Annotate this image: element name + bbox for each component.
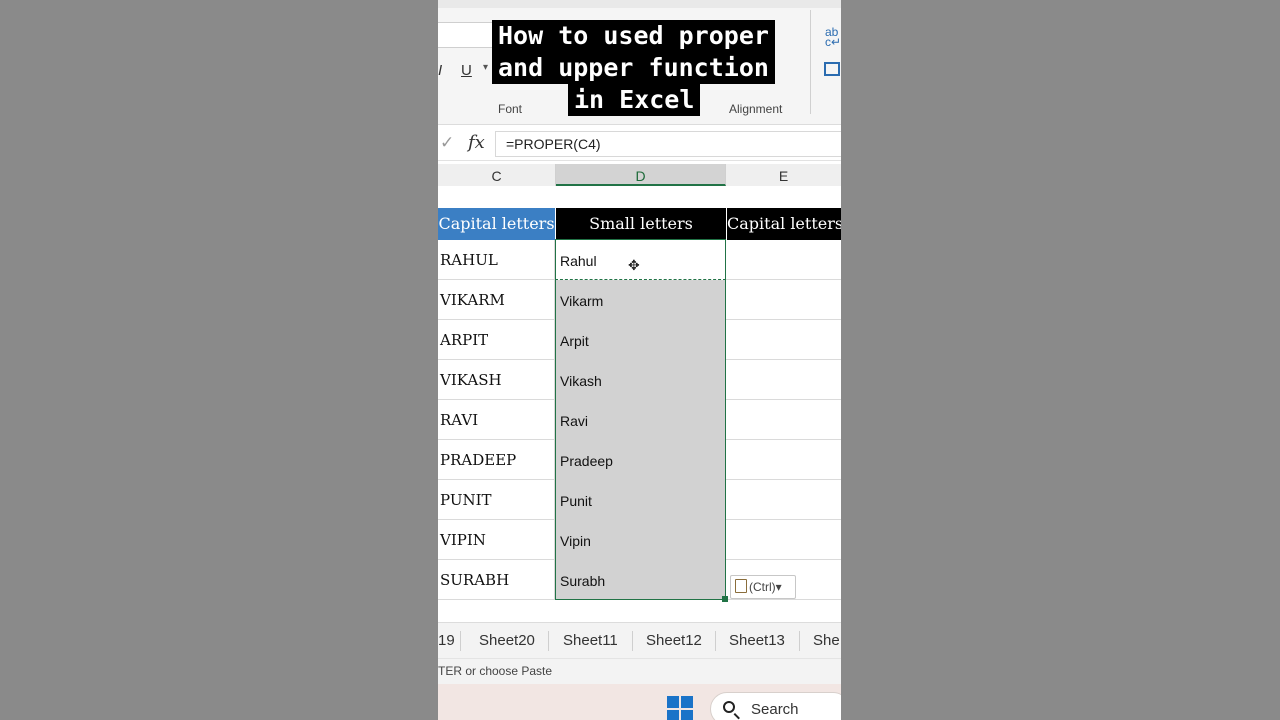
- cell-upper-empty[interactable]: [726, 240, 841, 280]
- cell-capital[interactable]: RAHUL: [438, 240, 555, 280]
- tab-sheet11[interactable]: Sheet11: [563, 623, 618, 659]
- cell-proper[interactable]: Vikash: [556, 360, 726, 400]
- fill-handle[interactable]: [722, 596, 728, 602]
- column-header-c[interactable]: C: [438, 164, 556, 186]
- underline-dropdown-icon[interactable]: ▾: [483, 62, 488, 73]
- cell-capital[interactable]: VIKARM: [438, 280, 555, 320]
- font-size-box[interactable]: [438, 22, 499, 48]
- table-row: PUNIT Punit: [438, 480, 841, 520]
- tab-divider: [799, 631, 800, 651]
- cell-capital[interactable]: ARPIT: [438, 320, 555, 360]
- cell-capital[interactable]: VIKASH: [438, 360, 555, 400]
- chevron-down-icon: ▾: [775, 580, 782, 594]
- windows-start-icon[interactable]: [667, 696, 693, 720]
- table-row: ARPIT Arpit: [438, 320, 841, 360]
- wrap-text-icon[interactable]: ab c↵: [825, 26, 841, 48]
- header-small-letters[interactable]: Small letters: [556, 208, 726, 240]
- cell-capital[interactable]: PRADEEP: [438, 440, 555, 480]
- status-text: TER or choose Paste: [438, 664, 553, 678]
- clipboard-icon: [735, 579, 747, 593]
- search-label: Search: [751, 701, 799, 718]
- paste-options-label: (Ctrl): [749, 580, 776, 594]
- taskbar: Search: [438, 684, 841, 720]
- taskbar-search[interactable]: Search: [710, 692, 841, 720]
- cell-proper[interactable]: Ravi: [556, 400, 726, 440]
- cell-upper-empty[interactable]: [726, 480, 841, 520]
- alignment-group-label: Alignment: [729, 102, 783, 116]
- cell-upper-empty[interactable]: [726, 520, 841, 560]
- search-icon: [723, 701, 735, 713]
- table-row: VIKARM Vikarm: [438, 280, 841, 320]
- title-line-2: and upper function: [492, 52, 775, 84]
- cell-capital[interactable]: VIPIN: [438, 520, 555, 560]
- title-line-3: in Excel: [568, 84, 701, 116]
- excel-window: I U ▾ Font Alignment ab c↵ How to used pr…: [438, 0, 841, 720]
- sheet-tabs: 19 Sheet20 Sheet11 Sheet12 Sheet13 She: [438, 622, 841, 659]
- column-headers: C D E: [438, 164, 841, 187]
- tab-sheet12[interactable]: Sheet12: [646, 623, 702, 659]
- enter-check-icon[interactable]: ✓: [440, 133, 454, 153]
- column-header-e[interactable]: E: [726, 164, 841, 186]
- worksheet-grid: Capital letters Small letters Capital le…: [438, 186, 841, 616]
- tab-divider: [460, 631, 461, 651]
- font-group-label: Font: [498, 102, 523, 116]
- cell-upper-empty[interactable]: [726, 280, 841, 320]
- cell-proper[interactable]: Rahul: [556, 240, 726, 280]
- paste-options-button[interactable]: (Ctrl)▾: [730, 575, 796, 599]
- tab-divider: [715, 631, 716, 651]
- ribbon-top-strip: [438, 0, 841, 8]
- underline-button[interactable]: U: [461, 62, 472, 79]
- insert-function-icon[interactable]: fx: [468, 132, 485, 153]
- cell-proper[interactable]: Surabh: [556, 560, 726, 600]
- header-capital-letters-e[interactable]: Capital letters: [727, 208, 841, 240]
- tab-sheet20[interactable]: Sheet20: [479, 623, 535, 659]
- title-line-1: How to used proper: [492, 20, 775, 52]
- cell-capital[interactable]: SURABH: [438, 560, 555, 600]
- table-header-row: Capital letters Small letters Capital le…: [438, 208, 841, 240]
- tab-divider: [548, 631, 549, 651]
- tab-sheet13[interactable]: Sheet13: [729, 623, 785, 659]
- tab-sheet-partial[interactable]: She: [813, 623, 840, 659]
- table-row: VIKASH Vikash: [438, 360, 841, 400]
- formula-bar: ✓ fx =PROPER(C4): [438, 128, 841, 161]
- cell-proper[interactable]: Pradeep: [556, 440, 726, 480]
- cell-proper[interactable]: Vipin: [556, 520, 726, 560]
- cell-upper-empty[interactable]: [726, 400, 841, 440]
- cell-proper[interactable]: Vikarm: [556, 280, 726, 320]
- cell-upper-empty[interactable]: [726, 320, 841, 360]
- cell-proper[interactable]: Arpit: [556, 320, 726, 360]
- column-header-d[interactable]: D: [556, 164, 726, 186]
- cell-capital[interactable]: RAVI: [438, 400, 555, 440]
- merge-center-icon[interactable]: [824, 62, 840, 76]
- status-bar: TER or choose Paste: [438, 658, 841, 685]
- italic-button[interactable]: I: [438, 62, 442, 79]
- tab-divider: [632, 631, 633, 651]
- table-row: PRADEEP Pradeep: [438, 440, 841, 480]
- cursor-cross-icon: ✥: [628, 257, 640, 273]
- cell-upper-empty[interactable]: [726, 440, 841, 480]
- ribbon-divider: [810, 10, 811, 114]
- cell-capital[interactable]: PUNIT: [438, 480, 555, 520]
- formula-input[interactable]: =PROPER(C4): [495, 131, 841, 157]
- cell-upper-empty[interactable]: [726, 360, 841, 400]
- table-row: VIPIN Vipin: [438, 520, 841, 560]
- cell-proper[interactable]: Punit: [556, 480, 726, 520]
- tab-sheet19[interactable]: 19: [438, 623, 455, 659]
- header-capital-letters[interactable]: Capital letters: [438, 208, 555, 240]
- table-row: RAVI Ravi: [438, 400, 841, 440]
